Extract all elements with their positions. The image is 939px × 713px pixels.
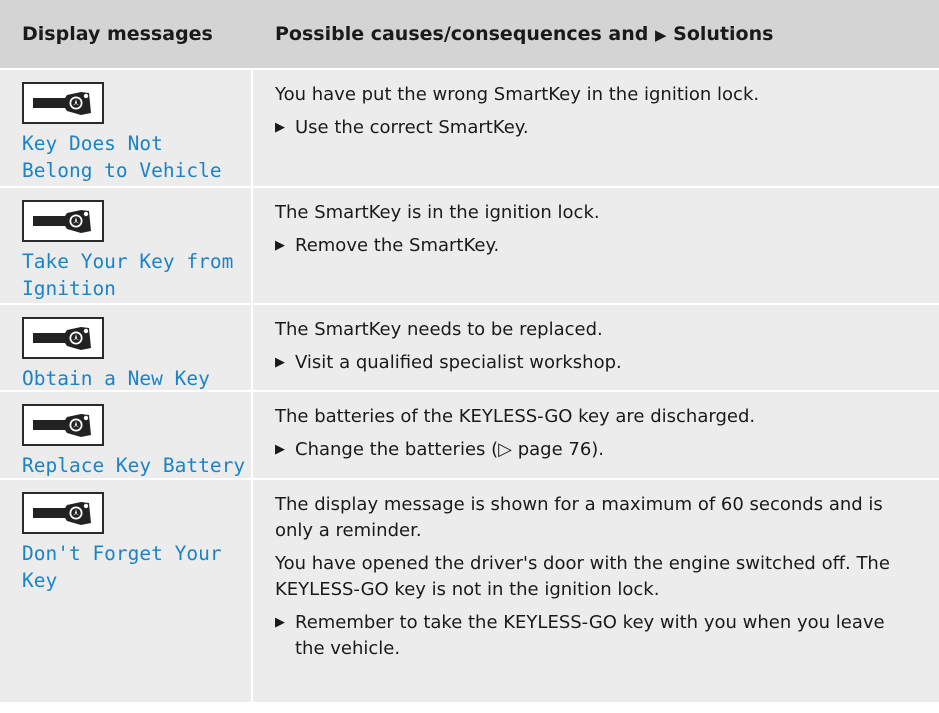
arrow-icon: ▶ (275, 355, 285, 370)
cause-text: The SmartKey needs to be replaced. (275, 319, 603, 340)
table-row: Replace Key Battery The batteries of the… (0, 390, 939, 478)
table-row: Obtain a New Key The SmartKey needs to b… (0, 303, 939, 390)
arrow-icon: ▶ (275, 238, 285, 253)
header-display-messages: Display messages (22, 23, 213, 45)
display-message: Don't Forget Your Key (22, 542, 222, 592)
solution-cell: The display message is shown for a maxim… (253, 480, 939, 702)
cause-text: The SmartKey is in the ignition lock. (275, 202, 600, 223)
table-row: Take Your Key from Ignition The SmartKey… (0, 186, 939, 303)
message-cell: Replace Key Battery (0, 392, 253, 478)
header-causes-text: Possible causes/consequences and (275, 23, 655, 45)
display-message: Take Your Key from Ignition (22, 250, 234, 300)
message-cell: Don't Forget Your Key (0, 480, 253, 702)
display-messages-table: Display messages Possible causes/consequ… (0, 0, 939, 702)
action-item: ▶ Change the batteries (▷ page 76). (275, 437, 919, 463)
header-solutions-text: Solutions (666, 23, 774, 45)
action-item: ▶ Use the correct SmartKey. (275, 115, 919, 141)
solution-cell: The SmartKey needs to be replaced. ▶ Visi… (253, 305, 939, 390)
cause-text: You have put the wrong SmartKey in the i… (275, 84, 760, 105)
action-item: ▶ Visit a qualified specialist workshop. (275, 350, 919, 376)
action-text: Change the batteries (▷ page 76). (295, 439, 605, 460)
arrow-icon: ▶ (275, 615, 285, 630)
solution-cell: You have put the wrong SmartKey in the i… (253, 70, 939, 186)
arrow-icon: ▶ (275, 120, 285, 135)
table-row: Don't Forget Your Key The display messag… (0, 478, 939, 702)
table-header: Display messages Possible causes/consequ… (0, 0, 939, 68)
action-text: Remove the SmartKey. (295, 235, 500, 256)
message-cell: Key Does Not Belong to Vehicle (0, 70, 253, 186)
action-text: Remember to take the KEYLESS-GO key with… (295, 612, 885, 659)
smartkey-icon (22, 82, 104, 124)
header-causes-solutions: Possible causes/consequences and ▶ Solut… (253, 23, 939, 45)
smartkey-icon (22, 492, 104, 534)
cause-text: You have opened the driver's door with t… (275, 553, 890, 600)
display-message: Obtain a New Key (22, 367, 210, 390)
message-cell: Obtain a New Key (0, 305, 253, 390)
smartkey-icon (22, 404, 104, 446)
solution-cell: The SmartKey is in the ignition lock. ▶ R… (253, 188, 939, 303)
action-item: ▶ Remember to take the KEYLESS-GO key wit… (275, 610, 919, 662)
table-row: Key Does Not Belong to Vehicle You have … (0, 68, 939, 186)
smartkey-icon (22, 317, 104, 359)
solution-cell: The batteries of the KEYLESS-GO key are … (253, 392, 939, 478)
action-text: Visit a qualified specialist workshop. (295, 352, 622, 373)
action-item: ▶ Remove the SmartKey. (275, 233, 919, 259)
cause-text: The display message is shown for a maxim… (275, 494, 883, 541)
display-message: Replace Key Battery (22, 454, 246, 477)
cause-text: The batteries of the KEYLESS-GO key are … (275, 406, 756, 427)
smartkey-icon (22, 200, 104, 242)
arrow-icon: ▶ (655, 26, 667, 44)
message-cell: Take Your Key from Ignition (0, 188, 253, 303)
arrow-icon: ▶ (275, 442, 285, 457)
display-message: Key Does Not Belong to Vehicle (22, 132, 222, 182)
action-text: Use the correct SmartKey. (295, 117, 529, 138)
